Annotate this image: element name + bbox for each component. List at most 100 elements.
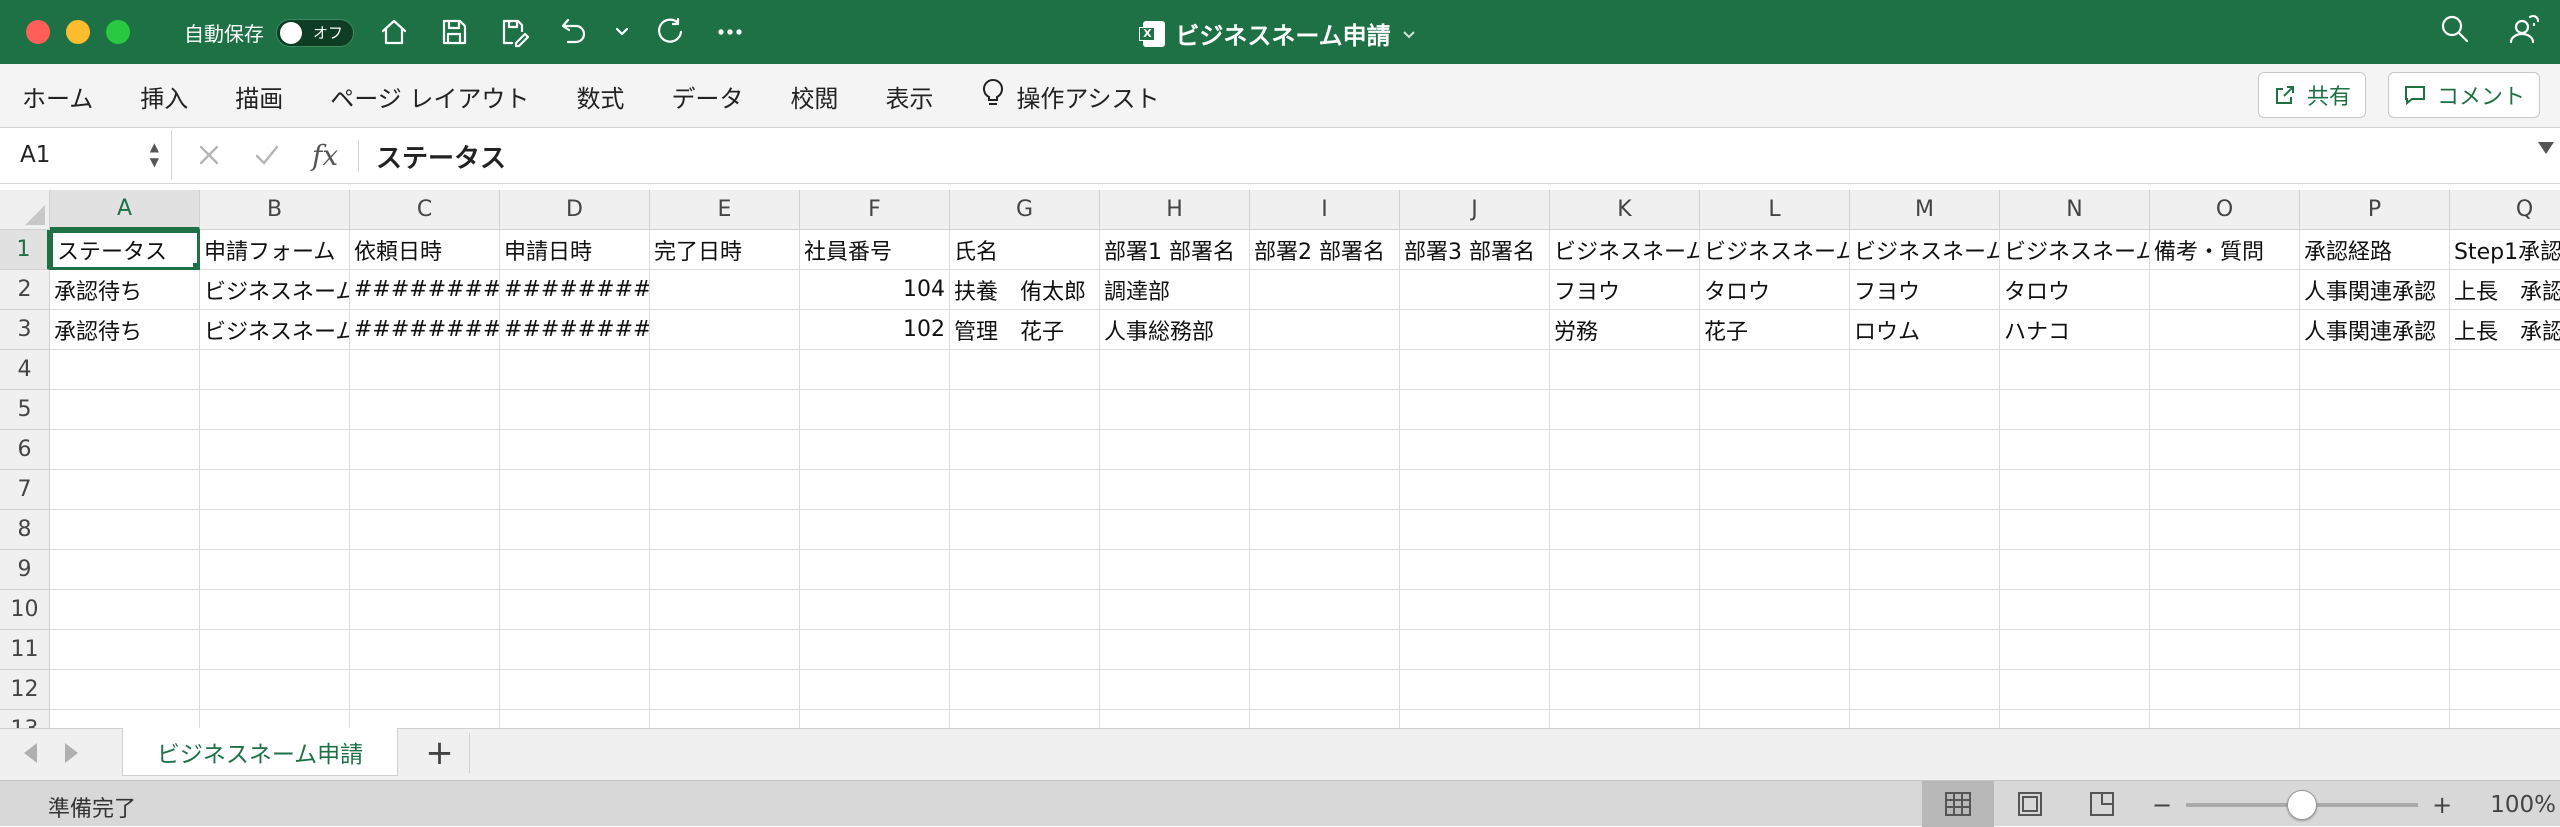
formula-input[interactable]: ステータス xyxy=(376,138,506,175)
cell-l7[interactable] xyxy=(1700,470,1850,510)
cell-p11[interactable] xyxy=(2300,630,2450,670)
page-layout-view-button[interactable] xyxy=(1994,781,2066,827)
cell-i8[interactable] xyxy=(1250,510,1400,550)
cell-p3[interactable]: 人事関連承認 xyxy=(2300,310,2450,350)
previous-sheet-icon[interactable] xyxy=(24,743,37,763)
cell-c12[interactable] xyxy=(350,670,500,710)
cell-k3[interactable]: 労務 xyxy=(1550,310,1700,350)
row-header-6[interactable]: 6 xyxy=(0,430,50,470)
cell-f10[interactable] xyxy=(800,590,950,630)
cell-b6[interactable] xyxy=(200,430,350,470)
cell-n6[interactable] xyxy=(2000,430,2150,470)
cell-f9[interactable] xyxy=(800,550,950,590)
cell-g6[interactable] xyxy=(950,430,1100,470)
cell-n5[interactable] xyxy=(2000,390,2150,430)
cell-b2[interactable]: ビジネスネーム xyxy=(200,270,350,310)
cell-i2[interactable] xyxy=(1250,270,1400,310)
cell-b3[interactable]: ビジネスネーム xyxy=(200,310,350,350)
cell-o11[interactable] xyxy=(2150,630,2300,670)
cell-d4[interactable] xyxy=(500,350,650,390)
column-header-m[interactable]: M xyxy=(1850,190,2000,230)
cell-e7[interactable] xyxy=(650,470,800,510)
cell-l5[interactable] xyxy=(1700,390,1850,430)
normal-view-button[interactable] xyxy=(1922,781,1994,827)
cell-d11[interactable] xyxy=(500,630,650,670)
column-header-e[interactable]: E xyxy=(650,190,800,230)
cell-m11[interactable] xyxy=(1850,630,2000,670)
cell-o5[interactable] xyxy=(2150,390,2300,430)
cell-p12[interactable] xyxy=(2300,670,2450,710)
cell-o13[interactable] xyxy=(2150,710,2300,728)
tab-formulas[interactable]: 数式 xyxy=(576,78,624,114)
cell-n4[interactable] xyxy=(2000,350,2150,390)
cell-j3[interactable] xyxy=(1400,310,1550,350)
cell-j13[interactable] xyxy=(1400,710,1550,728)
cell-f4[interactable] xyxy=(800,350,950,390)
cell-a7[interactable] xyxy=(50,470,200,510)
cell-c11[interactable] xyxy=(350,630,500,670)
cell-l3[interactable]: 花子 xyxy=(1700,310,1850,350)
cell-g13[interactable] xyxy=(950,710,1100,728)
cell-m3[interactable]: ロウム xyxy=(1850,310,2000,350)
cell-j4[interactable] xyxy=(1400,350,1550,390)
row-header-3[interactable]: 3 xyxy=(0,310,50,350)
cell-l9[interactable] xyxy=(1700,550,1850,590)
cell-d13[interactable] xyxy=(500,710,650,728)
tab-draw[interactable]: 描画 xyxy=(235,78,283,114)
column-header-o[interactable]: O xyxy=(2150,190,2300,230)
tab-insert[interactable]: 挿入 xyxy=(140,78,188,114)
name-box-stepper[interactable]: ▲ ▼ xyxy=(150,140,159,170)
cell-o6[interactable] xyxy=(2150,430,2300,470)
cell-l1[interactable]: ビジネスネーム xyxy=(1700,230,1850,270)
column-header-a[interactable]: A xyxy=(50,190,200,230)
cell-g2[interactable]: 扶養 侑太郎 xyxy=(950,270,1100,310)
cell-l6[interactable] xyxy=(1700,430,1850,470)
cell-n1[interactable]: ビジネスネーム xyxy=(2000,230,2150,270)
cell-i10[interactable] xyxy=(1250,590,1400,630)
cell-m4[interactable] xyxy=(1850,350,2000,390)
cell-g10[interactable] xyxy=(950,590,1100,630)
row-header-10[interactable]: 10 xyxy=(0,590,50,630)
cell-p7[interactable] xyxy=(2300,470,2450,510)
row-header-4[interactable]: 4 xyxy=(0,350,50,390)
cell-p8[interactable] xyxy=(2300,510,2450,550)
expand-formula-bar-icon[interactable] xyxy=(2538,142,2554,154)
cell-j12[interactable] xyxy=(1400,670,1550,710)
select-all-corner[interactable] xyxy=(0,190,50,230)
cell-n10[interactable] xyxy=(2000,590,2150,630)
sheet-tab-active[interactable]: ビジネスネーム申請 xyxy=(122,728,398,776)
cell-a12[interactable] xyxy=(50,670,200,710)
cell-i12[interactable] xyxy=(1250,670,1400,710)
cell-q5[interactable] xyxy=(2450,390,2560,430)
cell-f6[interactable] xyxy=(800,430,950,470)
column-header-p[interactable]: P xyxy=(2300,190,2450,230)
column-header-d[interactable]: D xyxy=(500,190,650,230)
row-header-13[interactable]: 13 xyxy=(0,710,50,728)
cell-e3[interactable] xyxy=(650,310,800,350)
share-button[interactable]: 共有 xyxy=(2258,72,2367,118)
cell-g1[interactable]: 氏名 xyxy=(950,230,1100,270)
undo-dropdown-chevron-icon[interactable] xyxy=(614,12,630,52)
cell-k6[interactable] xyxy=(1550,430,1700,470)
cell-c8[interactable] xyxy=(350,510,500,550)
document-title[interactable]: X ビジネスネーム申請 xyxy=(1139,16,1416,51)
cell-p5[interactable] xyxy=(2300,390,2450,430)
column-header-c[interactable]: C xyxy=(350,190,500,230)
cell-h1[interactable]: 部署1 部署名 xyxy=(1100,230,1250,270)
cell-o12[interactable] xyxy=(2150,670,2300,710)
cell-d6[interactable] xyxy=(500,430,650,470)
cell-h8[interactable] xyxy=(1100,510,1250,550)
cell-q11[interactable] xyxy=(2450,630,2560,670)
cell-d7[interactable] xyxy=(500,470,650,510)
search-icon[interactable] xyxy=(2438,12,2472,50)
cell-c1[interactable]: 依頼日時 xyxy=(350,230,500,270)
tab-data[interactable]: データ xyxy=(671,78,743,114)
cell-o2[interactable] xyxy=(2150,270,2300,310)
cell-i11[interactable] xyxy=(1250,630,1400,670)
row-header-1[interactable]: 1 xyxy=(0,230,50,270)
cell-q7[interactable] xyxy=(2450,470,2560,510)
cell-f1[interactable]: 社員番号 xyxy=(800,230,950,270)
zoom-window-button[interactable] xyxy=(106,20,130,44)
cell-f11[interactable] xyxy=(800,630,950,670)
cell-e4[interactable] xyxy=(650,350,800,390)
